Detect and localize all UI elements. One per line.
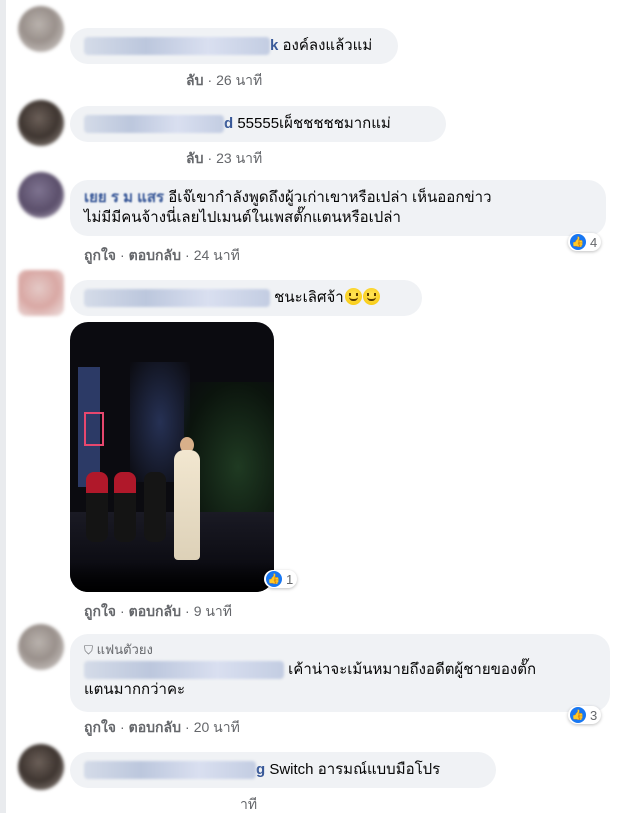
like-link[interactable]: ถูกใจ bbox=[84, 247, 116, 263]
grinning-face-icon bbox=[344, 288, 362, 305]
reply-link[interactable]: ลับ bbox=[186, 72, 203, 88]
comment-text-line-2: ไม่มีมีคนจ้างนี่เลยไปเมนต์ในเพสตั๊กแตนหร… bbox=[84, 209, 401, 226]
avatar[interactable] bbox=[18, 270, 64, 316]
comment-text: ชนะเลิศจ้า bbox=[274, 289, 344, 306]
timestamp[interactable]: 20 นาที bbox=[194, 719, 240, 735]
dancer bbox=[144, 472, 166, 542]
avatar[interactable] bbox=[18, 6, 64, 52]
reaction-summary[interactable]: 👍 4 bbox=[568, 233, 602, 251]
comment-meta: ถูกใจ · ตอบกลับ · 9 นาที bbox=[84, 603, 233, 619]
comment-meta: ลับ · 26 นาที bbox=[186, 72, 263, 88]
avatar[interactable] bbox=[18, 624, 64, 670]
commenter-name[interactable]: k bbox=[270, 37, 278, 54]
commenter-name-partial[interactable]: เยย ร ม แสร bbox=[84, 189, 164, 206]
dancer bbox=[114, 472, 136, 542]
comment-text: Switch อารมณ์แบบมือโปร bbox=[269, 761, 441, 778]
comment-meta: ถูกใจ · ตอบกลับ · 20 นาที bbox=[84, 719, 240, 735]
stage-light-frame bbox=[84, 412, 104, 446]
reply-link[interactable]: ลับ bbox=[186, 150, 203, 166]
like-link[interactable]: ถูกใจ bbox=[84, 719, 116, 735]
badge-label: แฟนตัวยง bbox=[96, 642, 153, 657]
commenter-name[interactable]: d bbox=[224, 115, 233, 132]
comment-text-line-1: อีเจ๊เขากำลังพูดถึงผู้วเก่าเขาหรือเปล่า … bbox=[168, 189, 492, 206]
reaction-summary[interactable]: 👍 3 bbox=[568, 706, 602, 724]
timestamp[interactable]: 24 นาที bbox=[194, 247, 240, 263]
thumbs-up-icon: 👍 bbox=[266, 571, 282, 587]
grinning-face-icon bbox=[362, 288, 380, 305]
commenter-name-blurred[interactable] bbox=[84, 289, 270, 308]
thumbs-up-icon: 👍 bbox=[570, 234, 586, 250]
reaction-summary[interactable]: 👍 1 bbox=[264, 570, 298, 588]
thumbs-up-icon: 👍 bbox=[570, 707, 586, 723]
timestamp[interactable]: 26 นาที bbox=[216, 72, 262, 88]
commenter-name-blurred[interactable] bbox=[84, 661, 284, 680]
reaction-count: 4 bbox=[590, 234, 598, 250]
avatar[interactable] bbox=[18, 100, 64, 146]
commenter-name-blurred[interactable] bbox=[84, 115, 224, 134]
comment-bubble: k องค์ลงแล้วแม่ bbox=[70, 28, 398, 64]
like-link[interactable]: ถูกใจ bbox=[84, 603, 116, 619]
reaction-count: 3 bbox=[590, 707, 598, 723]
timestamp[interactable]: 9 นาที bbox=[194, 603, 232, 619]
reply-link[interactable]: ตอบกลับ bbox=[129, 247, 181, 263]
top-fan-badge: ⛉ แฟนตัวยง bbox=[84, 640, 596, 660]
left-edge bbox=[0, 0, 6, 813]
comment-text-line-2: แตนมากกว่าคะ bbox=[84, 681, 186, 698]
timestamp[interactable]: 23 นาที bbox=[216, 150, 262, 166]
comment-bubble: ชนะเลิศจ้า bbox=[70, 280, 422, 316]
reply-link[interactable]: ตอบกลับ bbox=[129, 603, 181, 619]
avatar[interactable] bbox=[18, 744, 64, 790]
comment-text-line-1: เค้าน่าจะเม้นหมายถึงอดีตผู้ชายของตั๊ก bbox=[288, 661, 537, 678]
comment-text: องค์ลงแล้วแม่ bbox=[282, 37, 373, 54]
timestamp[interactable]: าที bbox=[240, 796, 257, 812]
comment-photo[interactable] bbox=[70, 322, 274, 592]
commenter-name-blurred[interactable] bbox=[84, 37, 270, 56]
crowd bbox=[70, 562, 274, 592]
avatar[interactable] bbox=[18, 172, 64, 218]
reply-link[interactable]: ตอบกลับ bbox=[129, 719, 181, 735]
dancer bbox=[86, 472, 108, 542]
shield-icon: ⛉ bbox=[84, 643, 94, 657]
comment-bubble: d 55555เผ็ชชชชชมากแม่ bbox=[70, 106, 446, 142]
commenter-name[interactable]: g bbox=[256, 761, 265, 778]
comment-text: 55555เผ็ชชชชชมากแม่ bbox=[237, 115, 391, 132]
comment-bubble: เยย ร ม แสร อีเจ๊เขากำลังพูดถึงผู้วเก่าเ… bbox=[70, 180, 606, 236]
performer bbox=[174, 450, 200, 560]
comment-meta: ลับ · 23 นาที bbox=[186, 150, 263, 166]
comment-bubble: g Switch อารมณ์แบบมือโปร bbox=[70, 752, 496, 788]
comment-bubble: ⛉ แฟนตัวยง เค้าน่าจะเม้นหมายถึงอดีตผู้ชา… bbox=[70, 634, 610, 712]
commenter-name-blurred[interactable] bbox=[84, 761, 256, 780]
reaction-count: 1 bbox=[286, 571, 294, 587]
comment-meta: ถูกใจ · ตอบกลับ · 24 นาที bbox=[84, 247, 240, 263]
